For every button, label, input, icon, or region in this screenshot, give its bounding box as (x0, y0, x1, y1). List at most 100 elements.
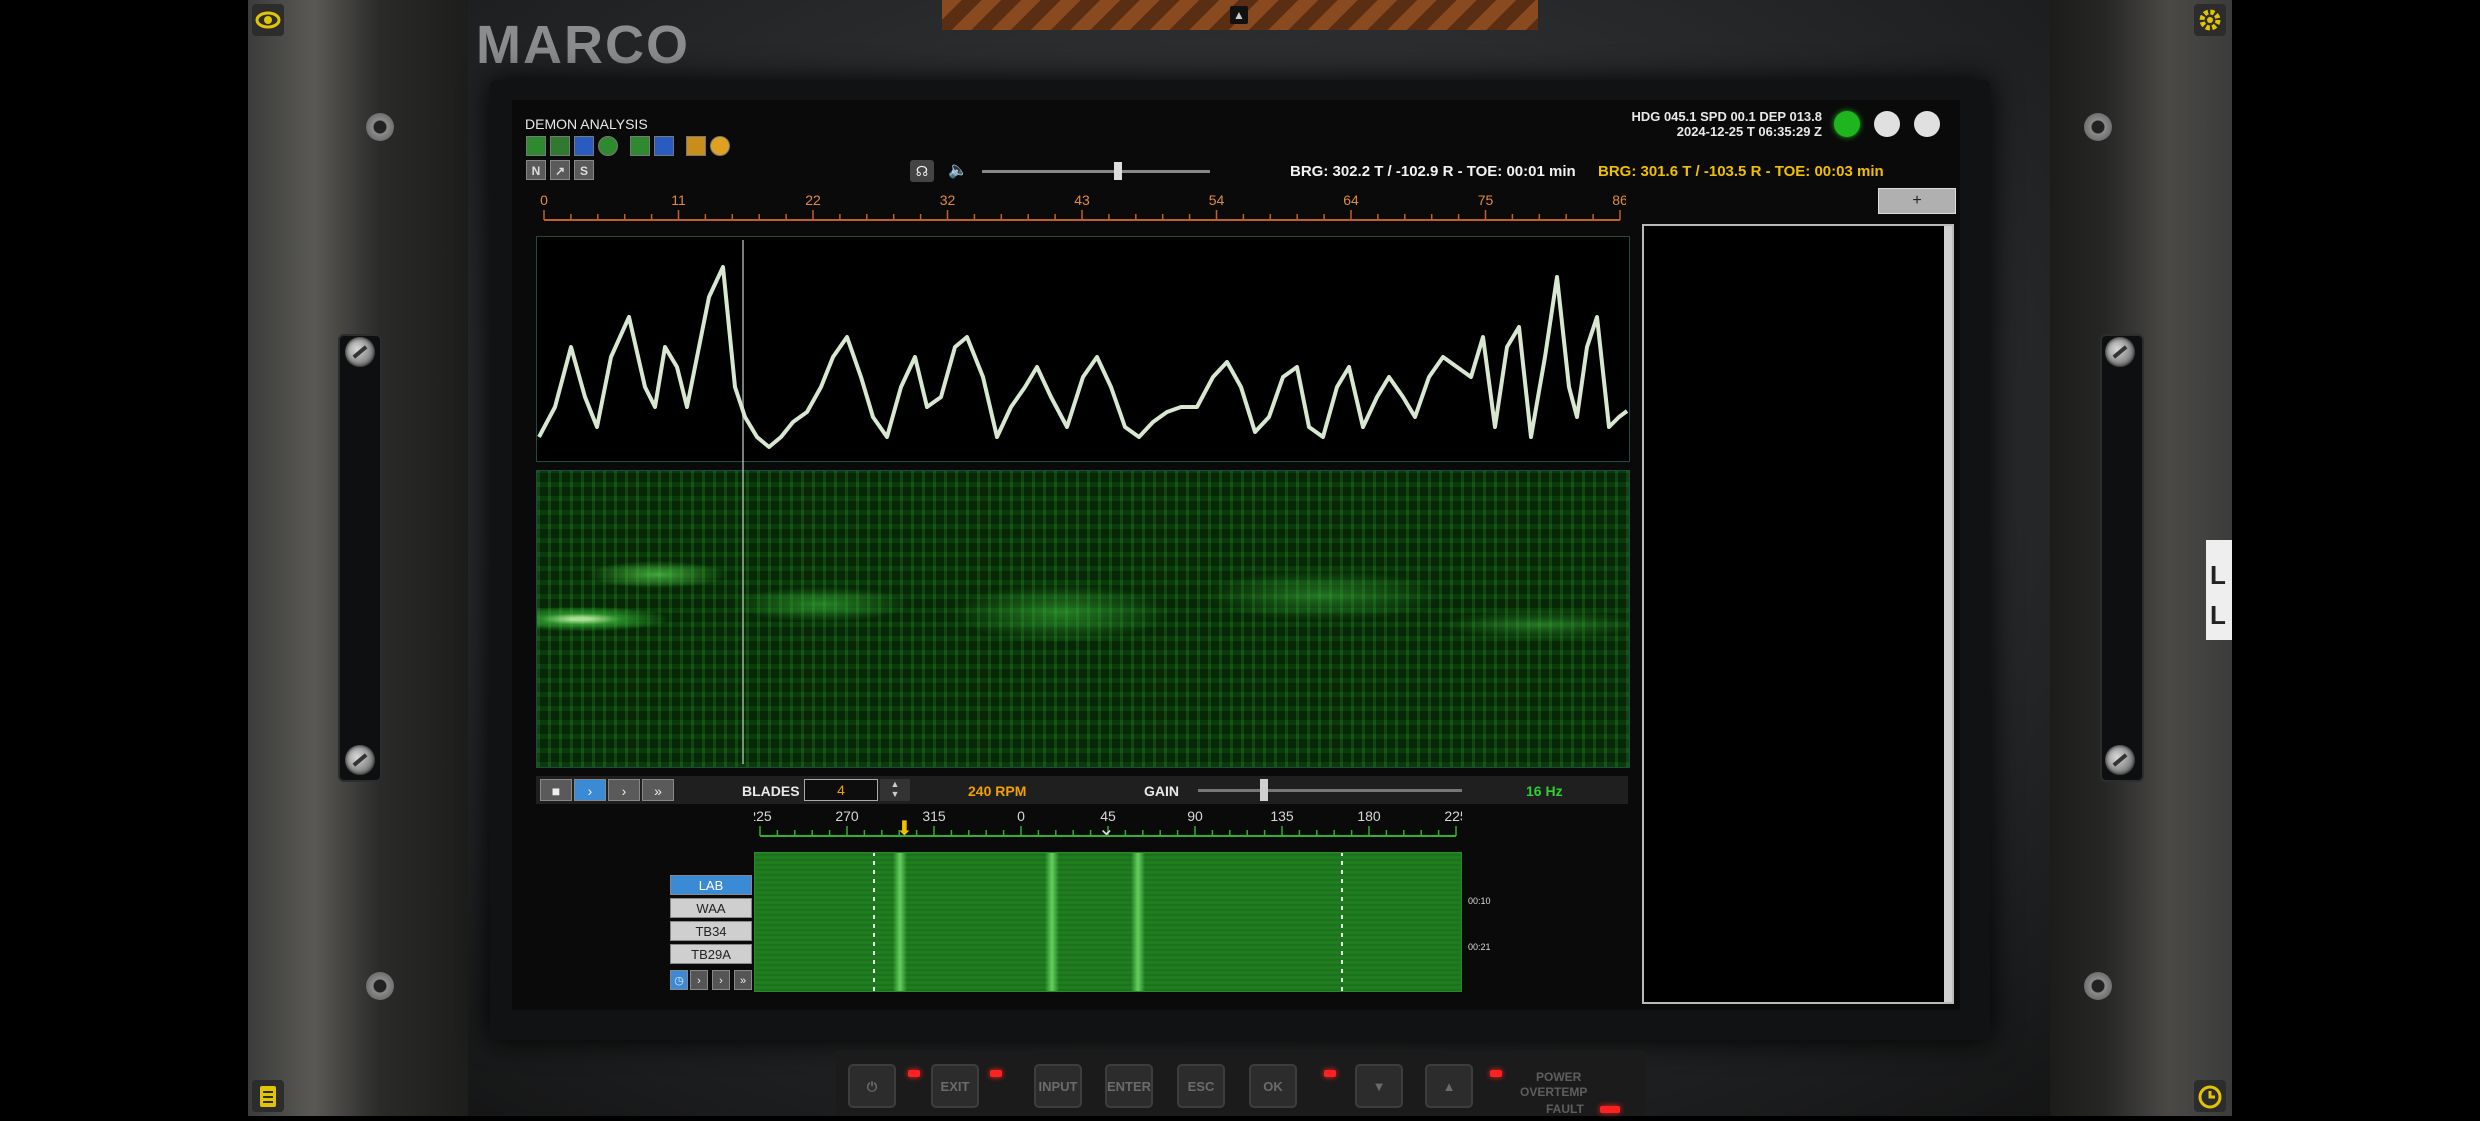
contact-trace (1131, 853, 1145, 991)
frequency-tick-label: 0 (540, 192, 548, 208)
baffle-limit (873, 853, 875, 991)
mode-north-button[interactable]: N (526, 160, 546, 180)
right-edge-letter: L (2210, 560, 2226, 590)
expand-button[interactable]: + (1878, 188, 1956, 214)
clock-icon[interactable] (2194, 1080, 2226, 1112)
monitor-icon[interactable] (686, 136, 706, 156)
exit-button[interactable]: EXIT (931, 1064, 979, 1108)
esc-button[interactable]: ESC (1177, 1064, 1225, 1108)
frequency-axis: 0 11 22 32 43 54 64 75 86 (540, 192, 1626, 221)
frequency-tick-label: 75 (1478, 192, 1494, 208)
target-marker-icon[interactable]: ⌄ (1098, 816, 1115, 841)
screw (345, 337, 375, 367)
frequency-tick-label: 43 (1074, 192, 1090, 208)
bearing-tick-label: 135 (1270, 808, 1294, 824)
chevron-up-icon[interactable]: ▲ (1230, 6, 1248, 24)
frequency-tick-label: 86 (1612, 192, 1626, 208)
bearing-current: BRG: 302.2 T / -102.9 R - TOE: 00:01 min (1290, 163, 1576, 180)
mode-s-button[interactable]: S (574, 160, 594, 180)
fast-forward-button[interactable]: » (642, 779, 674, 801)
screw (345, 745, 375, 775)
datetime-readout: 2024-12-25 T 06:35:29 Z (1676, 124, 1822, 139)
bearing-tick-label: 0 (1017, 808, 1025, 824)
input-button[interactable]: INPUT (1034, 1064, 1082, 1108)
bearing-tick-label: 225 (1444, 808, 1462, 824)
status-lamp-active[interactable] (1834, 111, 1860, 137)
stop-button[interactable]: ■ (540, 779, 572, 801)
screw (2105, 745, 2135, 775)
speaker-icon[interactable]: 🔈 (948, 160, 968, 180)
blades-stepper[interactable]: ▲ ▼ (880, 779, 910, 801)
bar-chart-icon[interactable] (574, 136, 594, 156)
waveform-trace (537, 265, 1629, 449)
step-button[interactable]: › (608, 779, 640, 801)
own-ship-marker-icon: ⬇ (896, 818, 913, 840)
track-play-button[interactable]: › (690, 970, 708, 990)
contact-list-scrollbar[interactable] (1944, 226, 1952, 1002)
rpm-readout: 240 RPM (968, 783, 1027, 799)
enter-button[interactable]: ENTER (1105, 1064, 1153, 1108)
screw (2105, 337, 2135, 367)
page-title: DEMON ANALYSIS (525, 116, 648, 132)
clipboard-icon[interactable] (252, 1080, 284, 1112)
frequency-tick-label: 11 (671, 192, 686, 208)
indicator-led (908, 1070, 920, 1077)
right-edge-letter: L (2210, 600, 2226, 630)
track-tb34[interactable]: TB34 (670, 921, 752, 941)
down-button[interactable]: ▼ (1355, 1064, 1403, 1108)
target-icon[interactable] (630, 136, 650, 156)
status-lamp[interactable] (1914, 111, 1940, 137)
contact-list-panel[interactable] (1642, 224, 1954, 1004)
track-lab[interactable]: LAB (670, 875, 752, 895)
bolt (366, 113, 394, 141)
eye-icon[interactable] (252, 4, 284, 36)
sun-icon[interactable] (710, 136, 730, 156)
ok-button[interactable]: OK (1249, 1064, 1297, 1108)
power-button[interactable]: ⏻ (848, 1064, 896, 1108)
time-label: 00:21 (1468, 942, 1491, 952)
bearing-tick-label: 270 (835, 808, 859, 824)
bearing-tick-label: 180 (1357, 808, 1381, 824)
left-mount-rail (338, 334, 382, 782)
nav-readout: HDG 045.1 SPD 00.1 DEP 013.8 (1631, 109, 1822, 124)
up-button[interactable]: ▲ (1425, 1064, 1473, 1108)
demon-control-bar: ■ › › » BLADES 4 ▲ ▼ 240 RPM GAIN 16 Hz (536, 776, 1628, 804)
gain-slider-thumb[interactable] (1260, 779, 1268, 801)
right-edge-panel: L L (2206, 540, 2232, 640)
power-status-label: POWER (1536, 1070, 1582, 1084)
waveform-view-icon[interactable] (526, 136, 546, 156)
cursor-tool-icon[interactable] (654, 136, 674, 156)
play-button[interactable]: › (574, 779, 606, 801)
track-clock-button[interactable]: ◷ (670, 970, 688, 990)
bearing-target: BRG: 301.6 T / -103.5 R - TOE: 00:03 min (1598, 163, 1884, 180)
right-mount-rail (2100, 334, 2144, 782)
frequency-tick-label: 54 (1209, 192, 1225, 208)
overtemp-status-label: OVERTEMP (1520, 1085, 1588, 1099)
gear-icon[interactable] (2194, 4, 2226, 36)
status-lamp[interactable] (1874, 111, 1900, 137)
bearing-tick-label: 90 (1187, 808, 1203, 824)
fault-status-label: FAULT (1546, 1102, 1584, 1116)
frequency-tick-label: 64 (1343, 192, 1359, 208)
frequency-readout: 16 Hz (1526, 783, 1563, 799)
grid-view-icon[interactable] (550, 136, 570, 156)
track-fast-forward-button[interactable]: » (734, 970, 752, 990)
circle-filter-icon[interactable] (598, 136, 618, 156)
track-tb29a[interactable]: TB29A (670, 944, 752, 964)
frequency-cursor[interactable] (742, 240, 744, 764)
track-step-button[interactable]: › (712, 970, 730, 990)
blades-input[interactable]: 4 (804, 779, 878, 801)
blades-label: BLADES (742, 783, 800, 799)
bolt (2084, 972, 2112, 1000)
demon-waveform (536, 236, 1630, 462)
gain-slider[interactable] (1198, 789, 1462, 792)
track-waa[interactable]: WAA (670, 898, 752, 918)
indicator-led (990, 1070, 1002, 1077)
bearing-waterfall[interactable] (754, 852, 1462, 992)
fault-led (1600, 1106, 1620, 1113)
mode-relative-button[interactable]: ↗ (550, 160, 570, 180)
gain-label: GAIN (1144, 783, 1179, 799)
volume-slider[interactable] (982, 162, 1210, 180)
bearing-tick-label: 225 (754, 808, 772, 824)
headphones-icon[interactable]: ☊ (910, 160, 934, 182)
